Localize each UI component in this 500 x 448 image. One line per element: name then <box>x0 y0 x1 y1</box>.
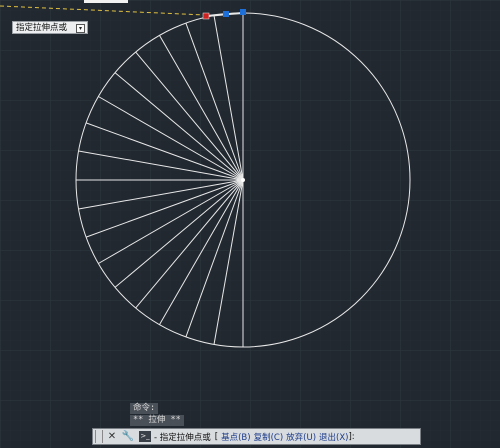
grip-endpoint[interactable] <box>240 9 246 15</box>
option-undo[interactable]: 放弃(U) <box>286 431 316 443</box>
history-line-2: ** 拉伸 ** <box>130 415 184 426</box>
command-line-bar[interactable]: ✕ 🔧 >_ - 指定拉伸点或 [ 基点(B) 复制(C) 放弃(U) 退出(X… <box>92 428 421 445</box>
command-history: 命令: ** 拉伸 ** <box>130 403 184 427</box>
close-icon[interactable]: ✕ <box>105 430 119 444</box>
drag-handle[interactable] <box>95 430 103 443</box>
option-exit[interactable]: 退出(X) <box>319 431 348 443</box>
grid <box>0 0 500 448</box>
command-prompt-icon[interactable]: >_ <box>139 431 151 442</box>
command-prompt-text: - 指定拉伸点或 <box>154 432 211 443</box>
top-toolbar-fragment <box>84 0 128 3</box>
grip-selected[interactable] <box>202 12 210 20</box>
option-copy[interactable]: 复制(C) <box>254 431 284 443</box>
option-base-point[interactable]: 基点(B) <box>221 431 250 443</box>
drawing-canvas[interactable] <box>0 0 500 448</box>
arrow-down-icon[interactable]: ▾ <box>76 24 85 33</box>
center-point <box>241 178 245 182</box>
bracket-open: [ <box>214 431 219 442</box>
history-line-1: 命令: <box>130 403 159 414</box>
bracket-close: ]: <box>348 431 355 442</box>
dynamic-input-tooltip: 指定拉伸点或 ▾ <box>12 21 88 34</box>
grip-midpoint[interactable] <box>223 11 229 17</box>
tooltip-text: 指定拉伸点或 <box>16 23 68 33</box>
wrench-icon[interactable]: 🔧 <box>121 430 135 444</box>
